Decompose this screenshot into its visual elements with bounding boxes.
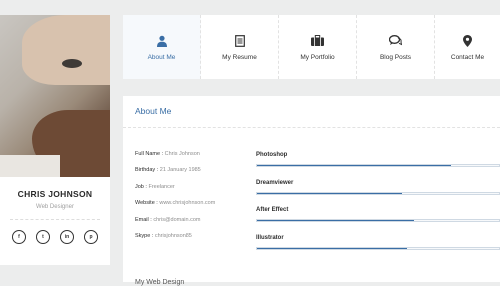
skill-after-effect: After Effect [256, 207, 500, 235]
chat-icon [389, 34, 403, 48]
skill-bar-fill [257, 247, 408, 249]
nav-label: About Me [147, 53, 176, 61]
skill-dreamviewer: Dreamviewer [256, 180, 500, 208]
nav-label: Blog Posts [379, 53, 412, 61]
skills-list: Photoshop Dreamviewer After Effect Illus… [256, 152, 500, 262]
pinterest-icon[interactable]: p [84, 230, 98, 244]
briefcase-icon [311, 34, 325, 48]
nav-item-my-resume[interactable]: My Resume [201, 15, 279, 79]
info-row-full-name: Full Name : Chris Johnson [135, 151, 200, 157]
info-row-email: Email : chris@domain.com [135, 216, 201, 223]
nav-label: My Resume [222, 53, 257, 61]
profile-card: CHRIS JOHNSON Web Designer f t in p [0, 15, 110, 265]
info-row-website: Website : www.chrisjohnson.com [135, 200, 216, 207]
skill-bar [256, 191, 500, 195]
skill-illustrator: Illustrator [256, 235, 500, 263]
nav-item-my-portfolio[interactable]: My Portfolio [279, 15, 357, 79]
skill-bar [256, 246, 500, 250]
social-links: f t in p [12, 230, 98, 244]
skill-bar [256, 219, 500, 222]
nav-label: My Portfolio [300, 53, 335, 61]
skill-bar-fill [257, 165, 451, 166]
facebook-icon[interactable]: f [12, 230, 26, 244]
nav-item-blog-posts[interactable]: Blog Posts [357, 15, 435, 79]
skill-name: Illustrator [256, 234, 284, 241]
main-nav: About Me My Resume My Portfolio Blog Pos… [123, 15, 500, 79]
skill-bar-fill [257, 192, 403, 194]
skill-bar-fill [257, 220, 415, 221]
nav-item-about-me[interactable]: About Me [123, 15, 201, 79]
document-icon [233, 34, 247, 48]
skill-bar [256, 164, 500, 167]
skill-name: Photoshop [256, 152, 288, 158]
profile-photo [0, 15, 110, 177]
info-row-skype: Skype : chrisjohnson85 [135, 232, 192, 239]
skill-name: After Effect [256, 207, 289, 213]
about-panel: About Me Full Name : Chris Johnson Birth… [123, 96, 500, 286]
twitter-icon[interactable]: t [36, 230, 50, 244]
personal-info: Full Name : Chris Johnson Birthday : 21 … [135, 151, 245, 249]
skill-name: Dreamviewer [256, 179, 294, 186]
next-section-heading: My Web Design [135, 279, 185, 286]
user-icon [155, 34, 169, 48]
nav-label: Contact Me [450, 53, 485, 61]
info-row-job: Job : Freelancer [135, 183, 175, 190]
location-pin-icon [461, 34, 475, 48]
skill-photoshop: Photoshop [256, 152, 500, 180]
info-row-birthday: Birthday : 21 January 1985 [135, 167, 201, 174]
section-title: About Me [135, 106, 172, 116]
linkedin-icon[interactable]: in [60, 230, 74, 244]
nav-item-contact-me[interactable]: Contact Me [435, 15, 500, 79]
section-divider [123, 127, 500, 128]
profile-name: CHRIS JOHNSON [17, 189, 93, 199]
profile-divider [10, 219, 100, 220]
profile-role: Web Designer [36, 204, 74, 210]
